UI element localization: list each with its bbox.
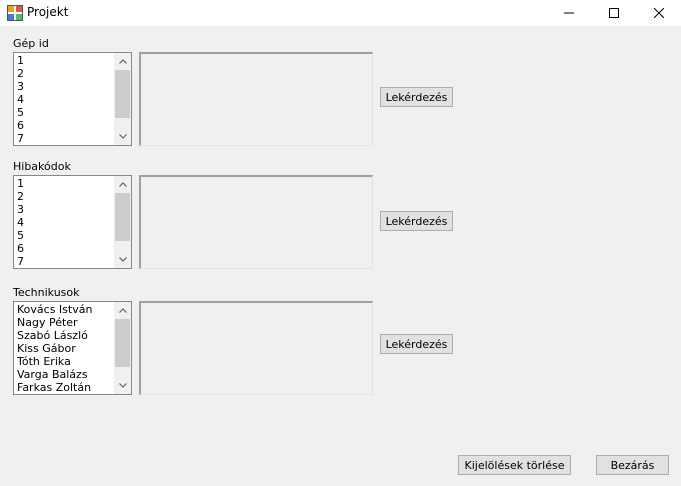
maximize-icon [608,8,619,18]
scroll-up-icon[interactable] [114,302,131,319]
scroll-down-icon[interactable] [114,251,131,268]
scroll-down-icon[interactable] [114,377,131,394]
title-bar[interactable]: Projekt [0,0,681,26]
vertical-scrollbar[interactable] [114,53,131,145]
technicians-label: Technikusok [13,286,80,299]
machine-id-label: Gép id [13,37,49,50]
list-item[interactable]: 1 [17,177,114,190]
list-item[interactable]: 4 [17,216,114,229]
technicians-listbox[interactable]: Kovács István Nagy Péter Szabó László Ki… [13,301,132,395]
vertical-scrollbar[interactable] [114,176,131,268]
technicians-result-box [139,301,373,395]
list-item[interactable]: 2 [17,190,114,203]
app-icon [7,5,23,21]
vertical-scrollbar[interactable] [114,302,131,394]
error-codes-query-button[interactable]: Lekérdezés [380,211,453,231]
list-item[interactable]: 7 [17,255,114,268]
list-item[interactable]: 3 [17,80,114,93]
window-title: Projekt [27,5,69,19]
list-item[interactable]: 1 [17,54,114,67]
close-button[interactable] [636,0,681,26]
error-codes-label: Hibakódok [13,160,71,173]
machine-id-result-box [139,52,373,146]
technicians-query-button[interactable]: Lekérdezés [380,334,453,354]
list-item[interactable]: 2 [17,67,114,80]
list-item[interactable]: 6 [17,242,114,255]
list-item[interactable]: Kiss Gábor [17,342,114,355]
list-item[interactable]: Tóth Erika [17,355,114,368]
error-codes-result-box [139,175,373,269]
machine-id-query-button[interactable]: Lekérdezés [380,87,453,107]
scroll-up-icon[interactable] [114,53,131,70]
minimize-button[interactable] [546,0,591,26]
error-codes-listbox[interactable]: 1 2 3 4 5 6 7 [13,175,132,269]
machine-id-listbox[interactable]: 1 2 3 4 5 6 7 [13,52,132,146]
close-icon [653,8,664,18]
close-app-button[interactable]: Bezárás [596,455,669,475]
maximize-button[interactable] [591,0,636,26]
list-item[interactable]: 3 [17,203,114,216]
list-item[interactable]: 6 [17,119,114,132]
list-item[interactable]: Varga Balázs [17,368,114,381]
list-item[interactable]: Nagy Péter [17,316,114,329]
list-item[interactable]: 7 [17,132,114,145]
scroll-thumb[interactable] [115,193,130,241]
list-item[interactable]: Szabó László [17,329,114,342]
minimize-icon [563,12,574,14]
scroll-up-icon[interactable] [114,176,131,193]
scroll-thumb[interactable] [115,319,130,367]
list-item[interactable]: 5 [17,229,114,242]
list-item[interactable]: Kovács István [17,303,114,316]
scroll-thumb[interactable] [115,70,130,118]
list-item[interactable]: Farkas Zoltán [17,381,114,394]
list-item[interactable]: 5 [17,106,114,119]
clear-selections-button[interactable]: Kijelölések törlése [458,455,571,475]
list-item[interactable]: 4 [17,93,114,106]
scroll-down-icon[interactable] [114,128,131,145]
